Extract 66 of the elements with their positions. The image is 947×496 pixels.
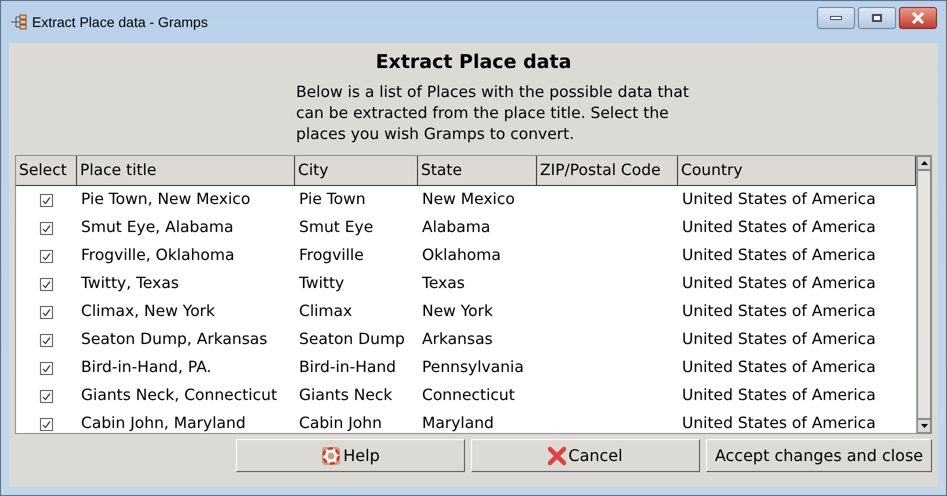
checkbox[interactable] bbox=[40, 306, 53, 318]
cross-icon bbox=[548, 446, 566, 466]
help-button[interactable]: Help bbox=[236, 439, 465, 472]
table-cell: United States of America bbox=[682, 218, 876, 236]
table-cell: Smut Eye, Alabama bbox=[81, 218, 234, 236]
table-cell: Frogville, Oklahoma bbox=[81, 246, 235, 264]
checkbox[interactable] bbox=[40, 362, 53, 374]
checkbox[interactable] bbox=[40, 418, 53, 430]
checkbox[interactable] bbox=[40, 390, 53, 402]
column-header[interactable]: Place title bbox=[77, 156, 295, 185]
window-title: Extract Place data - Gramps bbox=[32, 12, 208, 32]
table-cell: Climax, New York bbox=[81, 302, 216, 320]
table-cell: Giants Neck bbox=[299, 386, 392, 404]
table-cell: United States of America bbox=[682, 358, 876, 376]
table-cell: Connecticut bbox=[422, 386, 515, 404]
table-cell: United States of America bbox=[682, 246, 876, 264]
dialog-heading: Extract Place data bbox=[376, 50, 572, 74]
checkbox[interactable] bbox=[40, 250, 53, 262]
table-cell: United States of America bbox=[682, 414, 876, 432]
table-cell: Texas bbox=[422, 274, 465, 292]
table-cell: Alabama bbox=[422, 218, 490, 236]
table-cell: Smut Eye bbox=[299, 218, 374, 236]
cancel-button[interactable]: Cancel bbox=[471, 439, 700, 472]
table-cell: Oklahoma bbox=[422, 246, 501, 264]
scrollbar[interactable] bbox=[916, 156, 931, 433]
close-icon bbox=[911, 12, 925, 24]
table-cell: United States of America bbox=[682, 190, 876, 208]
table-cell: Pie Town bbox=[299, 190, 366, 208]
column-header[interactable]: State bbox=[418, 156, 537, 185]
table-cell: United States of America bbox=[682, 386, 876, 404]
table-cell: Bird-in-Hand, PA. bbox=[81, 358, 212, 376]
table-cell: Climax bbox=[299, 302, 352, 320]
checkbox[interactable] bbox=[40, 334, 53, 346]
checkbox[interactable] bbox=[40, 222, 53, 234]
column-header[interactable]: ZIP/Postal Code bbox=[537, 156, 678, 185]
checkbox[interactable] bbox=[40, 194, 53, 206]
table-cell: Frogville bbox=[299, 246, 364, 264]
table-cell: New Mexico bbox=[422, 190, 515, 208]
table-cell: Giants Neck, Connecticut bbox=[81, 386, 278, 404]
table-cell: Pennsylvania bbox=[422, 358, 524, 376]
table-cell: Maryland bbox=[422, 414, 494, 432]
table-cell: United States of America bbox=[682, 330, 876, 348]
column-header[interactable]: City bbox=[295, 156, 418, 185]
accept-button[interactable]: Accept changes and close bbox=[706, 439, 932, 472]
close-button[interactable] bbox=[899, 7, 937, 29]
table-cell: Pie Town, New Mexico bbox=[81, 190, 250, 208]
minimize-button[interactable] bbox=[817, 7, 855, 29]
table-cell: Cabin John bbox=[299, 414, 382, 432]
description: Below is a list of Places with the possible data that can be extracted from the place title. Select the places you wish Gramps to convert. bbox=[296, 82, 690, 145]
table-cell: New York bbox=[422, 302, 493, 320]
maximize-button[interactable] bbox=[858, 7, 896, 29]
table-cell: Seaton Dump bbox=[299, 330, 405, 348]
table-cell: Bird-in-Hand bbox=[299, 358, 396, 376]
table-cell: Twitty bbox=[299, 274, 344, 292]
checkbox[interactable] bbox=[40, 278, 53, 290]
table-cell: Cabin John, Maryland bbox=[81, 414, 246, 432]
table-cell: United States of America bbox=[682, 302, 876, 320]
life-ring-icon bbox=[321, 446, 342, 466]
up-arrow-icon[interactable] bbox=[920, 161, 928, 165]
table-cell: Seaton Dump, Arkansas bbox=[81, 330, 268, 348]
column-header[interactable]: Select bbox=[16, 156, 77, 185]
table-cell: United States of America bbox=[682, 274, 876, 292]
tree-icon bbox=[10, 14, 28, 30]
down-arrow-icon[interactable] bbox=[920, 424, 928, 428]
table-cell: Arkansas bbox=[422, 330, 493, 348]
table-cell: Twitty, Texas bbox=[81, 274, 179, 292]
